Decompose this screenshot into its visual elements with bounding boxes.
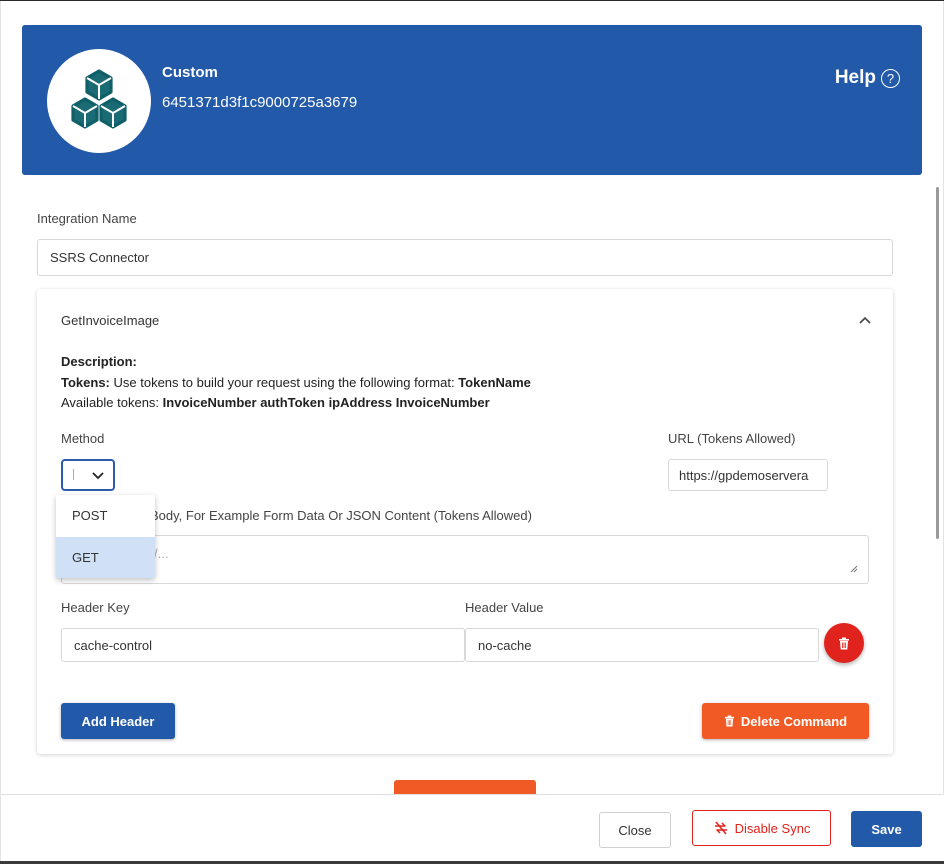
header-value-input[interactable]: no-cache — [465, 628, 819, 662]
delete-command-label: Delete Command — [740, 713, 848, 729]
text-cursor — [73, 469, 74, 480]
available-tokens-line: Available tokens: InvoiceNumber authToke… — [61, 395, 490, 410]
close-button[interactable]: Close — [599, 812, 671, 848]
integration-name-input[interactable]: SSRS Connector — [37, 239, 893, 276]
cubes-icon — [71, 69, 127, 129]
url-label: URL (Tokens Allowed) — [668, 431, 796, 446]
method-option-get[interactable]: GET — [56, 537, 155, 578]
chevron-down-icon — [91, 465, 105, 488]
method-option-post[interactable]: POST — [56, 495, 155, 536]
url-input[interactable]: https://gpdemoservera — [668, 459, 828, 491]
description-line: Description: — [61, 354, 137, 369]
tokens-format: TokenName — [458, 375, 531, 390]
integration-logo — [47, 49, 151, 153]
help-icon: ? — [881, 68, 900, 88]
save-button[interactable]: Save — [851, 811, 922, 847]
trash-icon — [839, 637, 849, 649]
tokens-label: Tokens: — [61, 375, 110, 390]
modal-footer: Close Disable Sync Save — [1, 794, 944, 862]
trash-icon — [724, 715, 734, 727]
help-label: Help — [834, 67, 876, 88]
scrollbar[interactable] — [936, 187, 939, 539]
integration-type-title: Custom — [162, 64, 218, 81]
header-key-label: Header Key — [61, 600, 130, 615]
available-tokens-label: Available tokens: — [61, 395, 163, 410]
add-header-button[interactable]: Add Header — [61, 703, 175, 739]
modal-header: Custom 6451371d3f1c9000725a3679 Help ? — [22, 25, 922, 175]
delete-header-button[interactable] — [824, 623, 864, 663]
resize-handle-icon[interactable] — [849, 564, 858, 576]
method-select[interactable] — [61, 459, 115, 491]
body-label: Body, For Example Form Data Or JSON Cont… — [150, 508, 532, 523]
tokens-line: Tokens: Use tokens to build your request… — [61, 375, 531, 390]
command-title: GetInvoiceImage — [61, 313, 160, 328]
delete-command-button[interactable]: Delete Command — [702, 703, 869, 739]
help-button[interactable]: Help ? — [835, 67, 900, 89]
integration-name-label: Integration Name — [37, 211, 137, 226]
body-placeholder: /... — [154, 546, 169, 561]
method-dropdown: POST GET — [56, 495, 155, 578]
chevron-up-icon[interactable] — [859, 311, 871, 327]
description-label: Description: — [61, 354, 137, 369]
disable-sync-label: Disable Sync — [734, 820, 811, 836]
method-label: Method — [61, 431, 105, 446]
header-value-label: Header Value — [465, 600, 544, 615]
integration-modal: Custom 6451371d3f1c9000725a3679 Help ? I… — [0, 1, 944, 862]
body-textarea[interactable]: /... — [61, 535, 869, 584]
disable-sync-button[interactable]: Disable Sync — [692, 810, 831, 846]
sync-disabled-icon — [714, 821, 727, 835]
tokens-text: Use tokens to build your request using t… — [109, 375, 459, 390]
header-key-input[interactable]: cache-control — [61, 628, 465, 662]
available-tokens: InvoiceNumber authToken ipAddress Invoic… — [162, 395, 490, 410]
integration-id: 6451371d3f1c9000725a3679 — [162, 94, 358, 111]
